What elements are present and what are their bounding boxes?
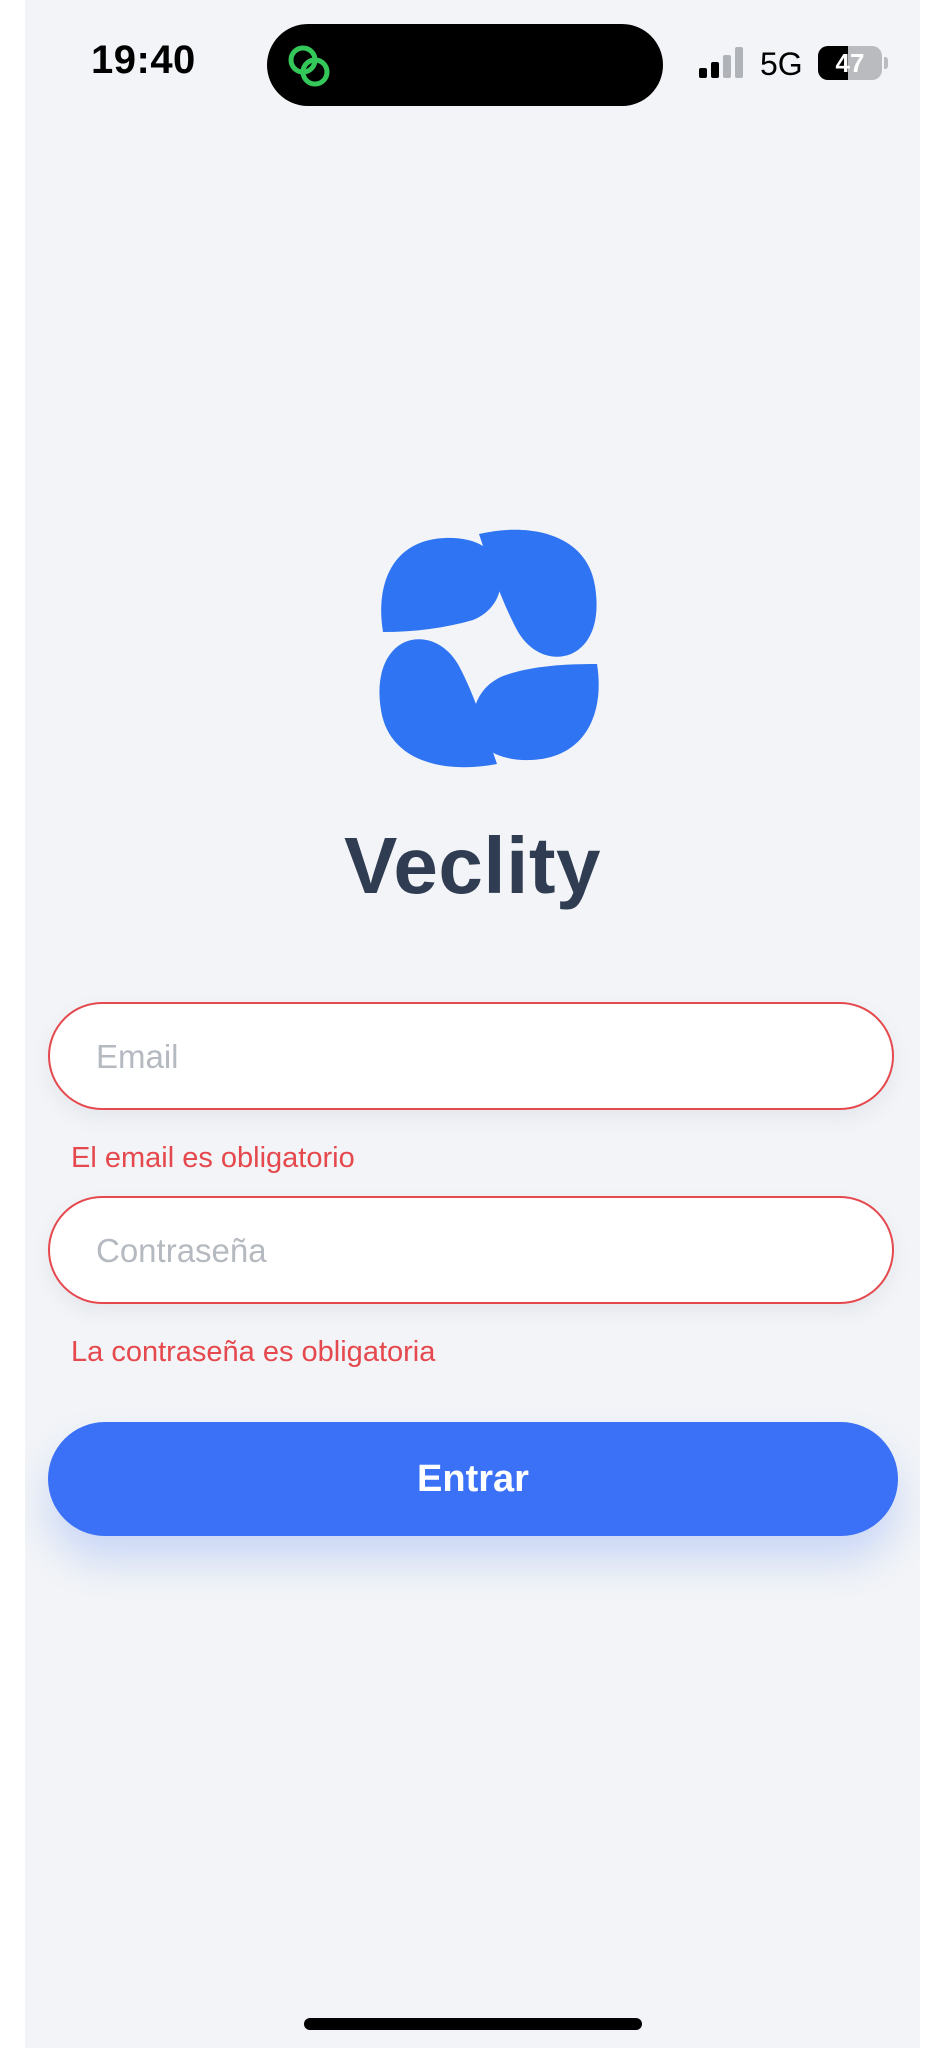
home-indicator[interactable] [304,2018,642,2030]
dynamic-island[interactable] [267,24,663,106]
email-input[interactable] [94,1004,858,1110]
password-field-container[interactable] [48,1196,894,1304]
email-error-message: El email es obligatorio [71,1142,355,1174]
pinwheel-logo-icon [379,529,599,768]
battery-percentage: 47 [835,48,865,78]
battery-icon: 47 [818,46,888,80]
email-field-container[interactable] [48,1002,894,1110]
linked-circles-icon [288,45,330,87]
login-screen: 19:40 5G 47 Veclity Email El email es ob… [25,0,920,2048]
password-input[interactable] [94,1198,858,1304]
app-title: Veclity [343,821,601,910]
cellular-signal-icon [699,47,743,78]
network-type: 5G [760,46,803,82]
login-button[interactable]: Entrar [48,1422,898,1536]
password-error-message: La contraseña es obligatoria [71,1336,436,1368]
status-time: 19:40 [91,38,196,82]
